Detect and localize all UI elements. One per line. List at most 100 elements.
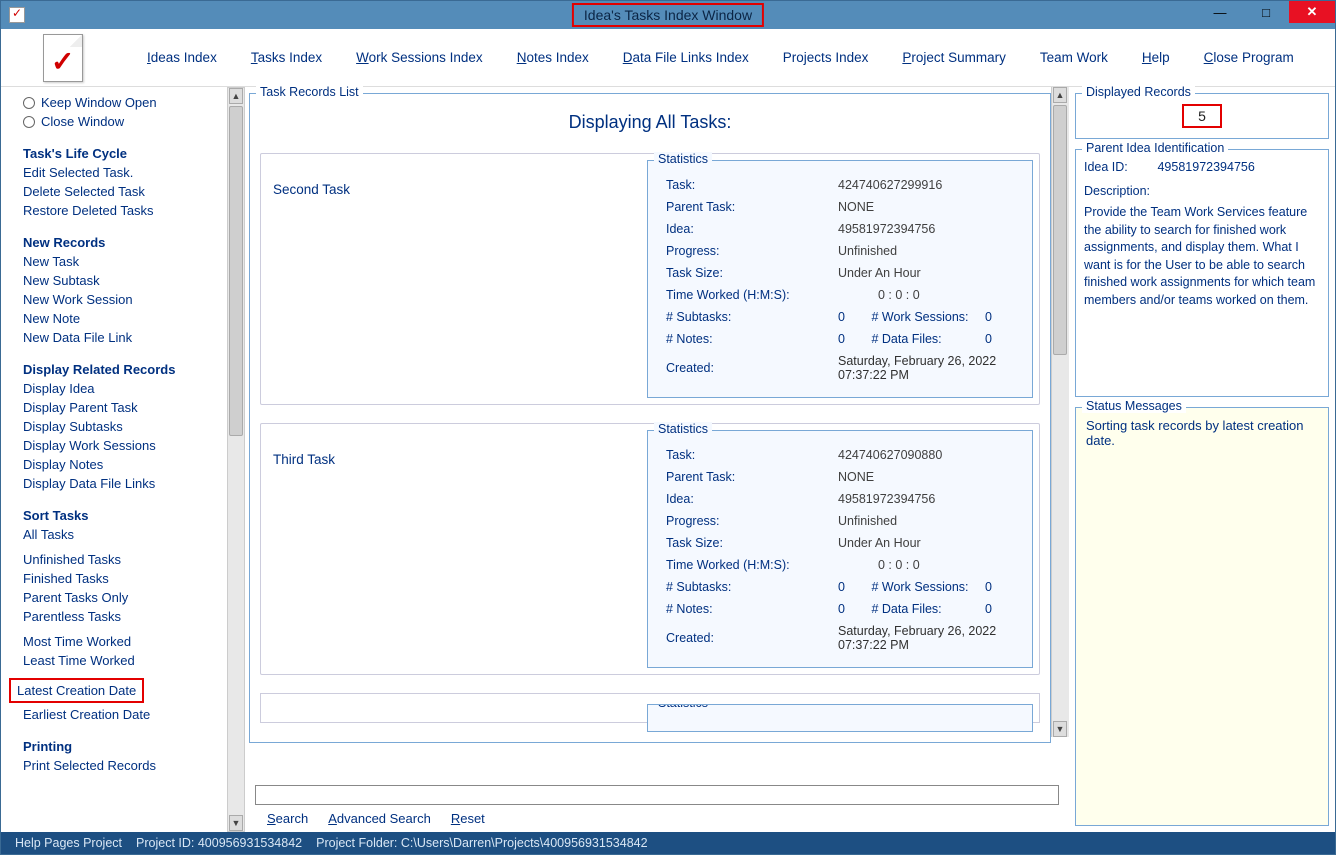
sidebar-scrollbar[interactable]: ▲ ▼ <box>227 87 245 832</box>
value-time-worked: 0 : 0 : 0 <box>836 555 1016 575</box>
menu-data-file-links-index[interactable]: Data File Links Index <box>623 50 749 65</box>
stats-legend: Statistics <box>654 422 712 436</box>
status-bar: Help Pages Project Project ID: 400956931… <box>1 832 1335 854</box>
close-button[interactable]: ✕ <box>1289 1 1335 23</box>
link-display-parent-task[interactable]: Display Parent Task <box>23 400 207 415</box>
link-new-work-session[interactable]: New Work Session <box>23 292 207 307</box>
task-name: Second Task <box>261 154 641 404</box>
link-new-subtask[interactable]: New Subtask <box>23 273 207 288</box>
value-idea: 49581972394756 <box>836 489 1016 509</box>
radio-keep-window-open[interactable]: Keep Window Open <box>23 95 207 110</box>
label-time-worked: Time Worked (H:M:S): <box>664 555 834 575</box>
link-new-task[interactable]: New Task <box>23 254 207 269</box>
reset-link[interactable]: Reset <box>451 811 485 826</box>
task-list-scrollbar[interactable]: ▲ ▼ <box>1051 87 1069 737</box>
stats-legend: Statistics <box>654 704 712 710</box>
label-data-files: # Data Files: <box>871 602 981 616</box>
heading-lifecycle: Task's Life Cycle <box>23 146 207 161</box>
value-task-size: Under An Hour <box>836 533 1016 553</box>
link-restore-deleted-tasks[interactable]: Restore Deleted Tasks <box>23 203 207 218</box>
label-task: Task: <box>664 445 834 465</box>
value-time-worked: 0 : 0 : 0 <box>836 285 1016 305</box>
menu-close-program[interactable]: Close Program <box>1204 50 1294 65</box>
app-icon <box>9 7 25 23</box>
label-task-size: Task Size: <box>664 533 834 553</box>
scroll-down-icon[interactable]: ▼ <box>229 815 243 831</box>
link-print-selected-records[interactable]: Print Selected Records <box>23 758 207 773</box>
value-subtasks: 0 <box>838 580 868 594</box>
scroll-thumb[interactable] <box>1053 105 1067 355</box>
window: Idea's Tasks Index Window — □ ✕ Ideas In… <box>0 0 1336 855</box>
label-work-sessions: # Work Sessions: <box>871 310 981 324</box>
link-edit-selected-task[interactable]: Edit Selected Task. <box>23 165 207 180</box>
task-row-partial: Statistics <box>260 693 1040 723</box>
displayed-records-group: Displayed Records 5 <box>1075 93 1329 139</box>
link-display-idea[interactable]: Display Idea <box>23 381 207 396</box>
description-text: Provide the Team Work Services feature t… <box>1084 205 1315 307</box>
link-new-data-file-link[interactable]: New Data File Link <box>23 330 207 345</box>
task-records-list-group: Task Records List Displaying All Tasks: … <box>249 93 1051 743</box>
window-controls: — □ ✕ <box>1197 1 1335 23</box>
menu-work-sessions-index[interactable]: Work Sessions Index <box>356 50 483 65</box>
search-links: Search Advanced Search Reset <box>255 811 1059 826</box>
link-display-work-sessions[interactable]: Display Work Sessions <box>23 438 207 453</box>
value-task-id: 424740627090880 <box>836 445 1016 465</box>
link-latest-creation-date[interactable]: Latest Creation Date <box>9 678 144 703</box>
title-bar: Idea's Tasks Index Window — □ ✕ <box>1 1 1335 29</box>
value-parent-task: NONE <box>836 467 1016 487</box>
label-task: Task: <box>664 175 834 195</box>
search-link[interactable]: Search <box>267 811 308 826</box>
advanced-search-link[interactable]: Advanced Search <box>328 811 431 826</box>
group-legend: Status Messages <box>1082 399 1186 413</box>
link-parentless-tasks[interactable]: Parentless Tasks <box>23 609 207 624</box>
link-unfinished-tasks[interactable]: Unfinished Tasks <box>23 552 207 567</box>
menu-notes-index[interactable]: Notes Index <box>517 50 589 65</box>
menu-team-work[interactable]: Team Work <box>1040 50 1108 65</box>
scroll-up-icon[interactable]: ▲ <box>1053 87 1067 103</box>
link-display-notes[interactable]: Display Notes <box>23 457 207 472</box>
link-display-data-file-links[interactable]: Display Data File Links <box>23 476 207 491</box>
right-column: Displayed Records 5 Parent Idea Identifi… <box>1073 87 1335 832</box>
value-progress: Unfinished <box>836 511 1016 531</box>
footer-project-id: Project ID: 400956931534842 <box>136 836 302 850</box>
link-all-tasks[interactable]: All Tasks <box>23 527 207 542</box>
search-area: Search Advanced Search Reset <box>255 785 1059 826</box>
stats-legend: Statistics <box>654 152 712 166</box>
label-idea: Idea: <box>664 489 834 509</box>
maximize-button[interactable]: □ <box>1243 1 1289 23</box>
scroll-down-icon[interactable]: ▼ <box>1053 721 1067 737</box>
status-text: Sorting task records by latest creation … <box>1086 418 1318 448</box>
label-work-sessions: # Work Sessions: <box>871 580 981 594</box>
footer-project-folder: Project Folder: C:\Users\Darren\Projects… <box>316 836 647 850</box>
link-new-note[interactable]: New Note <box>23 311 207 326</box>
link-display-subtasks[interactable]: Display Subtasks <box>23 419 207 434</box>
menu-ideas-index[interactable]: Ideas Index <box>147 50 217 65</box>
task-row[interactable]: Second Task Statistics Task:424740627299… <box>260 153 1040 405</box>
link-parent-tasks-only[interactable]: Parent Tasks Only <box>23 590 207 605</box>
heading-printing: Printing <box>23 739 207 754</box>
task-row[interactable]: Third Task Statistics Task:4247406270908… <box>260 423 1040 675</box>
search-input[interactable] <box>255 785 1059 805</box>
minimize-button[interactable]: — <box>1197 1 1243 23</box>
value-work-sessions: 0 <box>985 580 992 594</box>
value-notes: 0 <box>838 332 868 346</box>
scroll-up-icon[interactable]: ▲ <box>229 88 243 104</box>
scroll-thumb[interactable] <box>229 106 243 436</box>
link-least-time-worked[interactable]: Least Time Worked <box>23 653 207 668</box>
link-finished-tasks[interactable]: Finished Tasks <box>23 571 207 586</box>
menu-help[interactable]: Help <box>1142 50 1170 65</box>
menu-tasks-index[interactable]: Tasks Index <box>251 50 322 65</box>
stats-group: Statistics Task:424740627299916 Parent T… <box>647 160 1033 398</box>
link-most-time-worked[interactable]: Most Time Worked <box>23 634 207 649</box>
value-parent-task: NONE <box>836 197 1016 217</box>
link-earliest-creation-date[interactable]: Earliest Creation Date <box>23 707 207 722</box>
menu-project-summary[interactable]: Project Summary <box>902 50 1006 65</box>
value-work-sessions: 0 <box>985 310 992 324</box>
value-data-files: 0 <box>985 332 992 346</box>
link-delete-selected-task[interactable]: Delete Selected Task <box>23 184 207 199</box>
label-data-files: # Data Files: <box>871 332 981 346</box>
task-name: Third Task <box>261 424 641 674</box>
footer-help-pages: Help Pages Project <box>15 836 122 850</box>
menu-projects-index[interactable]: Projects Index <box>783 50 869 65</box>
radio-close-window[interactable]: Close Window <box>23 114 207 129</box>
